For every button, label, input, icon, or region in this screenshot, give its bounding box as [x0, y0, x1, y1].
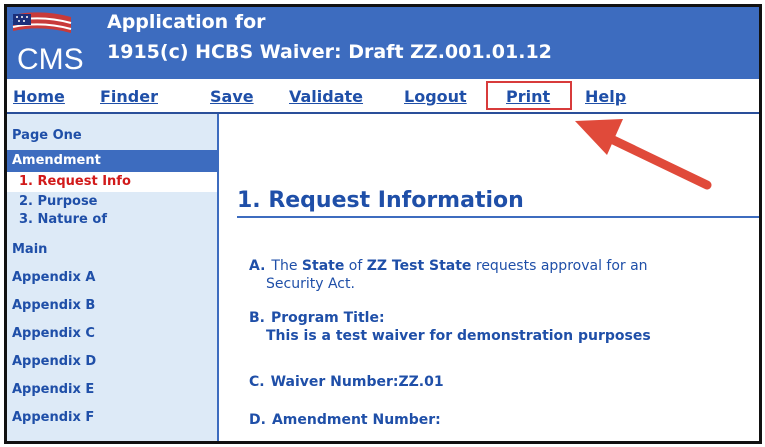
sidebar: Page One Amendment 1. Request Info 2. Pu… — [7, 114, 217, 441]
item-a-state-name: ZZ Test State — [366, 258, 472, 274]
sidebar-subitem-request-info[interactable]: 1. Request Info — [7, 172, 217, 192]
item-b: B. Program Title: — [249, 310, 385, 326]
top-nav: Home Finder Save Validate Logout Print H… — [7, 79, 759, 114]
item-c-letter: C. — [249, 374, 265, 390]
sidebar-item-appendix-e[interactable]: Appendix E — [12, 382, 94, 397]
item-a-text3: requests approval for an — [475, 258, 648, 274]
heading-divider — [237, 216, 759, 218]
red-arrow-icon — [575, 119, 712, 190]
item-d-text: Amendment Number: — [271, 412, 441, 428]
item-d-letter: D. — [249, 412, 266, 428]
sidebar-item-amendment[interactable]: Amendment — [7, 150, 217, 172]
nav-home[interactable]: Home — [13, 87, 65, 106]
sidebar-subitem-purpose[interactable]: 2. Purpose — [19, 194, 98, 209]
nav-save[interactable]: Save — [210, 87, 254, 106]
nav-help[interactable]: Help — [585, 87, 626, 106]
application-window: CMS Application for 1915(c) HCBS Waiver:… — [4, 4, 762, 444]
item-a: A. The State of ZZ Test State requests ap… — [249, 258, 648, 274]
item-b-letter: B. — [249, 310, 265, 326]
sidebar-subitem-nature-of[interactable]: 3. Nature of — [19, 212, 107, 227]
nav-logout[interactable]: Logout — [404, 87, 467, 106]
item-b-label: Program Title: — [271, 310, 385, 326]
item-a-text2: of — [348, 258, 363, 274]
sidebar-item-appendix-c[interactable]: Appendix C — [12, 326, 95, 341]
nav-finder[interactable]: Finder — [100, 87, 158, 106]
app-title-line2: 1915(c) HCBS Waiver: Draft ZZ.001.01.12 — [107, 41, 552, 63]
page-title: 1. Request Information — [237, 188, 524, 213]
nav-validate[interactable]: Validate — [289, 87, 363, 106]
item-a-line2: Security Act. — [266, 276, 355, 292]
item-a-letter: A. — [249, 258, 266, 274]
item-c-text: Waiver Number:ZZ.01 — [270, 374, 444, 390]
nav-print[interactable]: Print — [506, 87, 550, 106]
sidebar-subitem-request-info-label: 1. Request Info — [19, 174, 131, 189]
item-a-text1: The — [271, 258, 298, 274]
item-a-state-word: State — [301, 258, 345, 274]
app-title-line1: Application for — [107, 11, 266, 33]
sidebar-item-appendix-a[interactable]: Appendix A — [12, 270, 95, 285]
sidebar-item-appendix-d[interactable]: Appendix D — [12, 354, 96, 369]
app-header: CMS Application for 1915(c) HCBS Waiver:… — [7, 7, 759, 79]
item-c: C. Waiver Number:ZZ.01 — [249, 374, 444, 390]
sidebar-item-appendix-f[interactable]: Appendix F — [12, 410, 94, 425]
sidebar-item-appendix-b[interactable]: Appendix B — [12, 298, 95, 313]
sidebar-item-amendment-label: Amendment — [12, 153, 101, 168]
item-b-value: This is a test waiver for demonstration … — [266, 328, 651, 344]
item-d: D. Amendment Number: — [249, 412, 441, 428]
sidebar-item-page-one[interactable]: Page One — [12, 128, 82, 143]
cms-logo: CMS — [11, 11, 103, 76]
sidebar-item-main[interactable]: Main — [12, 242, 47, 257]
logo-text: CMS — [17, 43, 84, 76]
